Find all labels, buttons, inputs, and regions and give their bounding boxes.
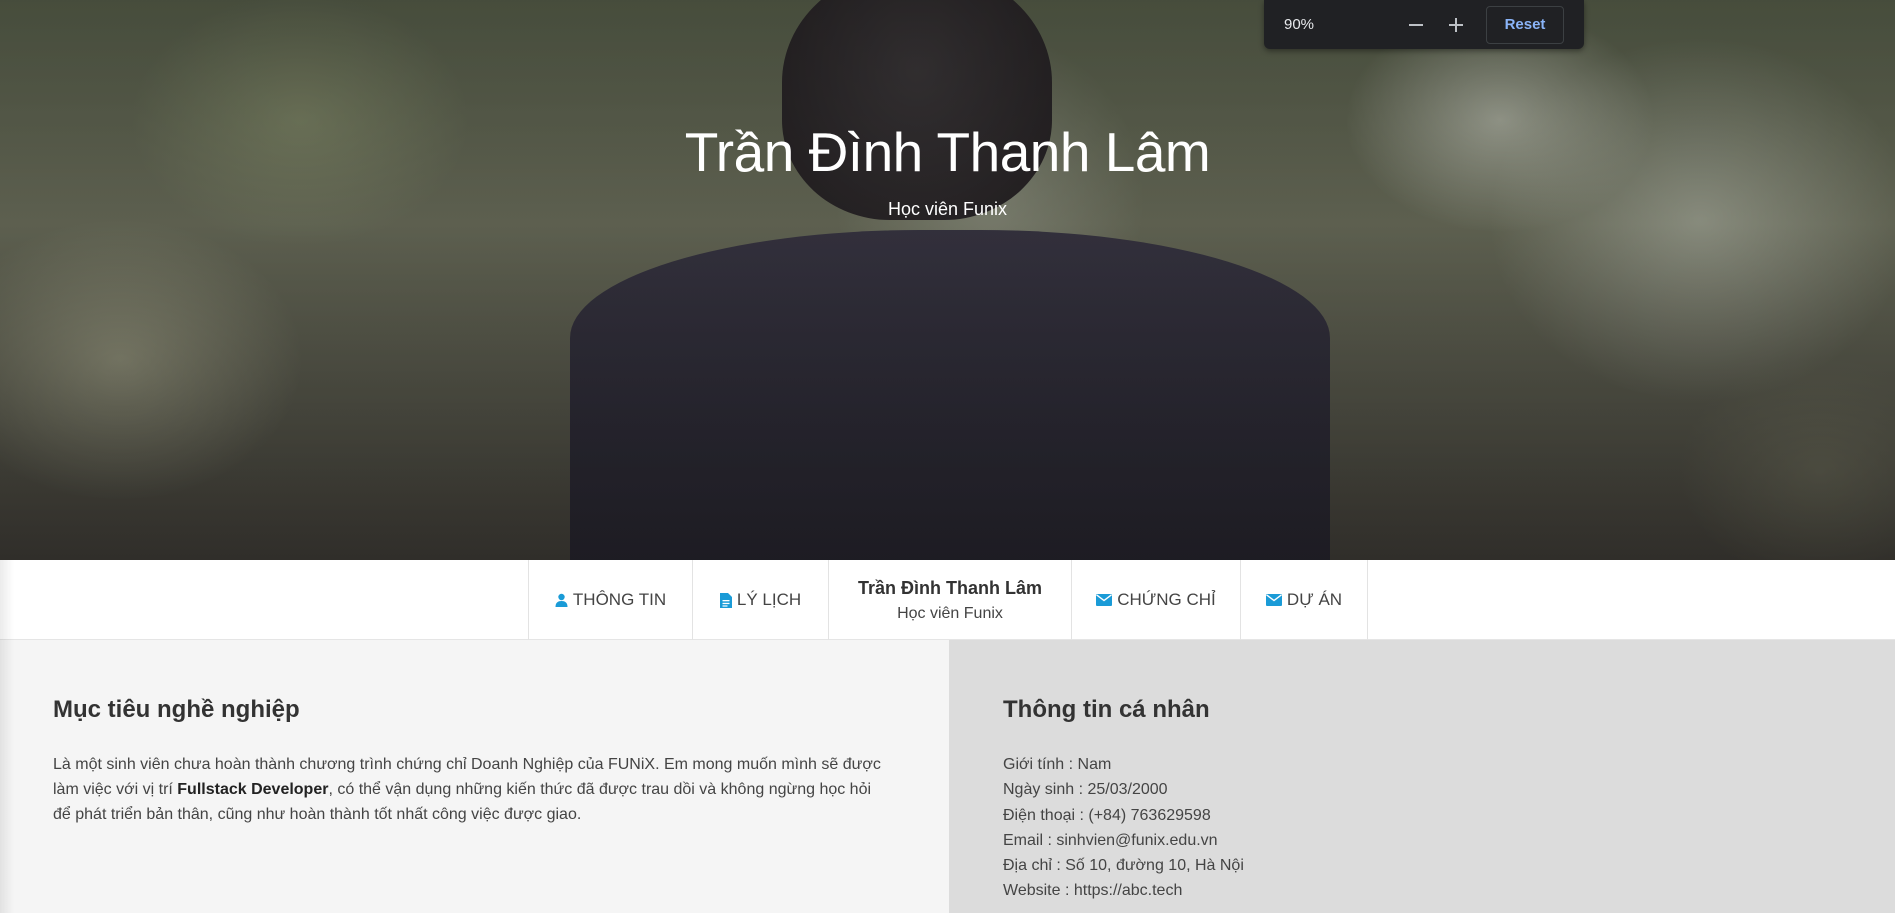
career-objective-title: Mục tiêu nghề nghiệp [53,696,300,723]
nav-item-du-an[interactable]: DỰ ÁN [1240,560,1368,640]
info-birthdate: Ngày sinh : 25/03/2000 [1003,781,1168,799]
hero-subtitle: Học viên Funix [887,199,1008,219]
info-website: Website : https://abc.tech [1003,882,1183,900]
left-edge-shadow [0,560,14,913]
nav-item-ly-lich[interactable]: LÝ LỊCH [692,560,828,640]
objective-highlight: Fullstack Developer [177,781,329,798]
info-phone: Điện thoại : (+84) 763629598 [1003,806,1211,824]
zoom-popup: 90% Reset [1264,0,1584,49]
zoom-out-button[interactable] [1396,6,1436,44]
nav-item-chung-chi[interactable]: CHỨNG CHỈ [1071,560,1240,640]
zoom-in-button[interactable] [1436,6,1476,44]
nav-brand[interactable]: Trần Đình Thanh Lâm Học viên Funix [828,560,1071,640]
zoom-level: 90% [1284,16,1315,33]
personal-info-list: Giới tính : Nam Ngày sinh : 25/03/2000 Đ… [1003,752,1895,904]
envelope-icon [1265,594,1282,606]
info-address: Địa chỉ : Số 10, đường 10, Hà Nội [1003,857,1244,875]
user-icon [555,593,568,607]
career-objective-section: Mục tiêu nghề nghiệp Là một sinh viên ch… [0,640,949,913]
nav-item-thong-tin[interactable]: THÔNG TIN [528,560,692,640]
hero-overlay [0,0,1895,560]
info-email: Email : sinhvien@funix.edu.vn [1003,831,1218,849]
main-nav: THÔNG TIN LÝ LỊCH Trần Đình Thanh Lâm Họ… [0,560,1895,640]
personal-info-title: Thông tin cá nhân [1003,696,1210,723]
nav-brand-subtitle: Học viên Funix [897,604,1003,622]
plus-icon [1449,17,1463,32]
hero-title: Trần Đình Thanh Lâm [684,121,1211,183]
personal-info-section: Thông tin cá nhân Giới tính : Nam Ngày s… [949,640,1895,913]
nav-label: DỰ ÁN [1286,590,1343,609]
nav-label: THÔNG TIN [572,590,667,609]
minus-icon [1409,23,1423,26]
nav-label: LÝ LỊCH [736,590,802,609]
zoom-reset-button[interactable]: Reset [1486,5,1564,44]
file-icon [719,592,732,608]
nav-brand-name: Trần Đình Thanh Lâm [857,577,1042,598]
career-objective-text: Là một sinh viên chưa hoàn thành chương … [53,752,893,827]
info-gender: Giới tính : Nam [1003,756,1112,773]
nav-label: CHỨNG CHỈ [1117,590,1216,609]
hero-banner: Trần Đình Thanh Lâm Học viên Funix [0,0,1895,560]
envelope-icon [1096,594,1113,606]
